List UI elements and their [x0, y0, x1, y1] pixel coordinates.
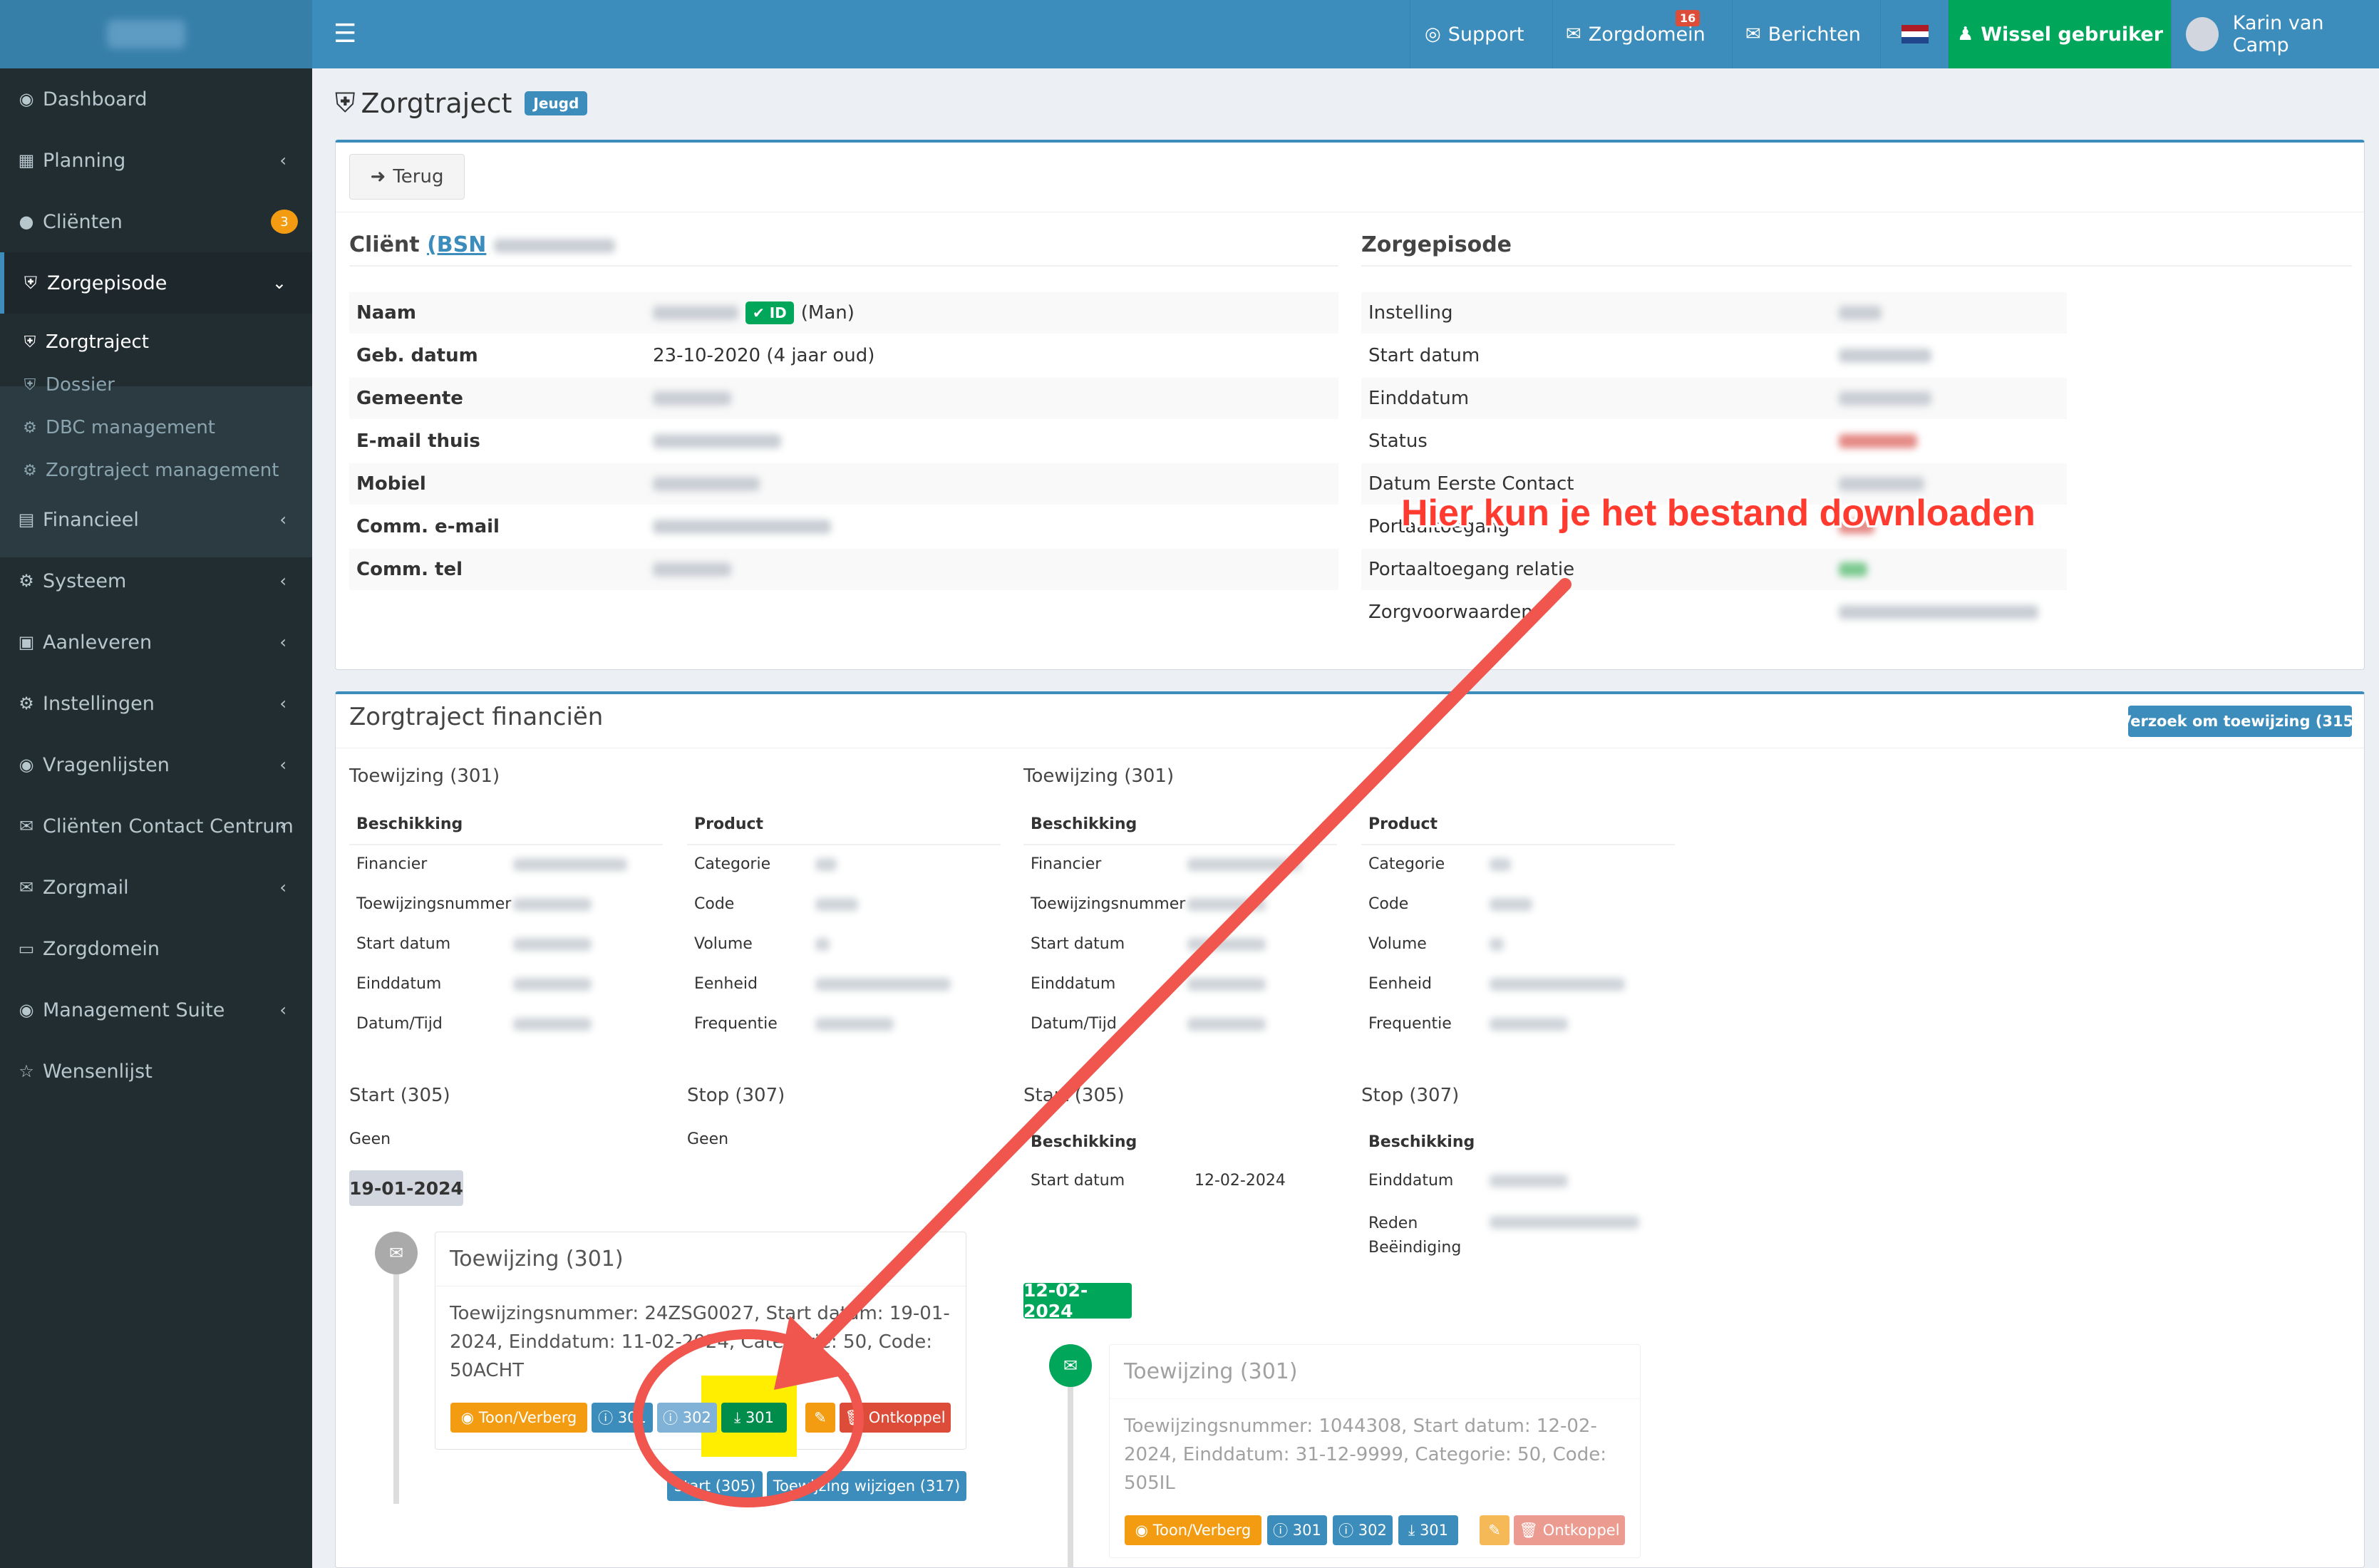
annotation-arrow [799, 578, 1572, 1364]
annotation-overlay [633, 578, 1572, 1507]
annotation-callout: Hier kun je het bestand downloaden [1401, 492, 2035, 534]
